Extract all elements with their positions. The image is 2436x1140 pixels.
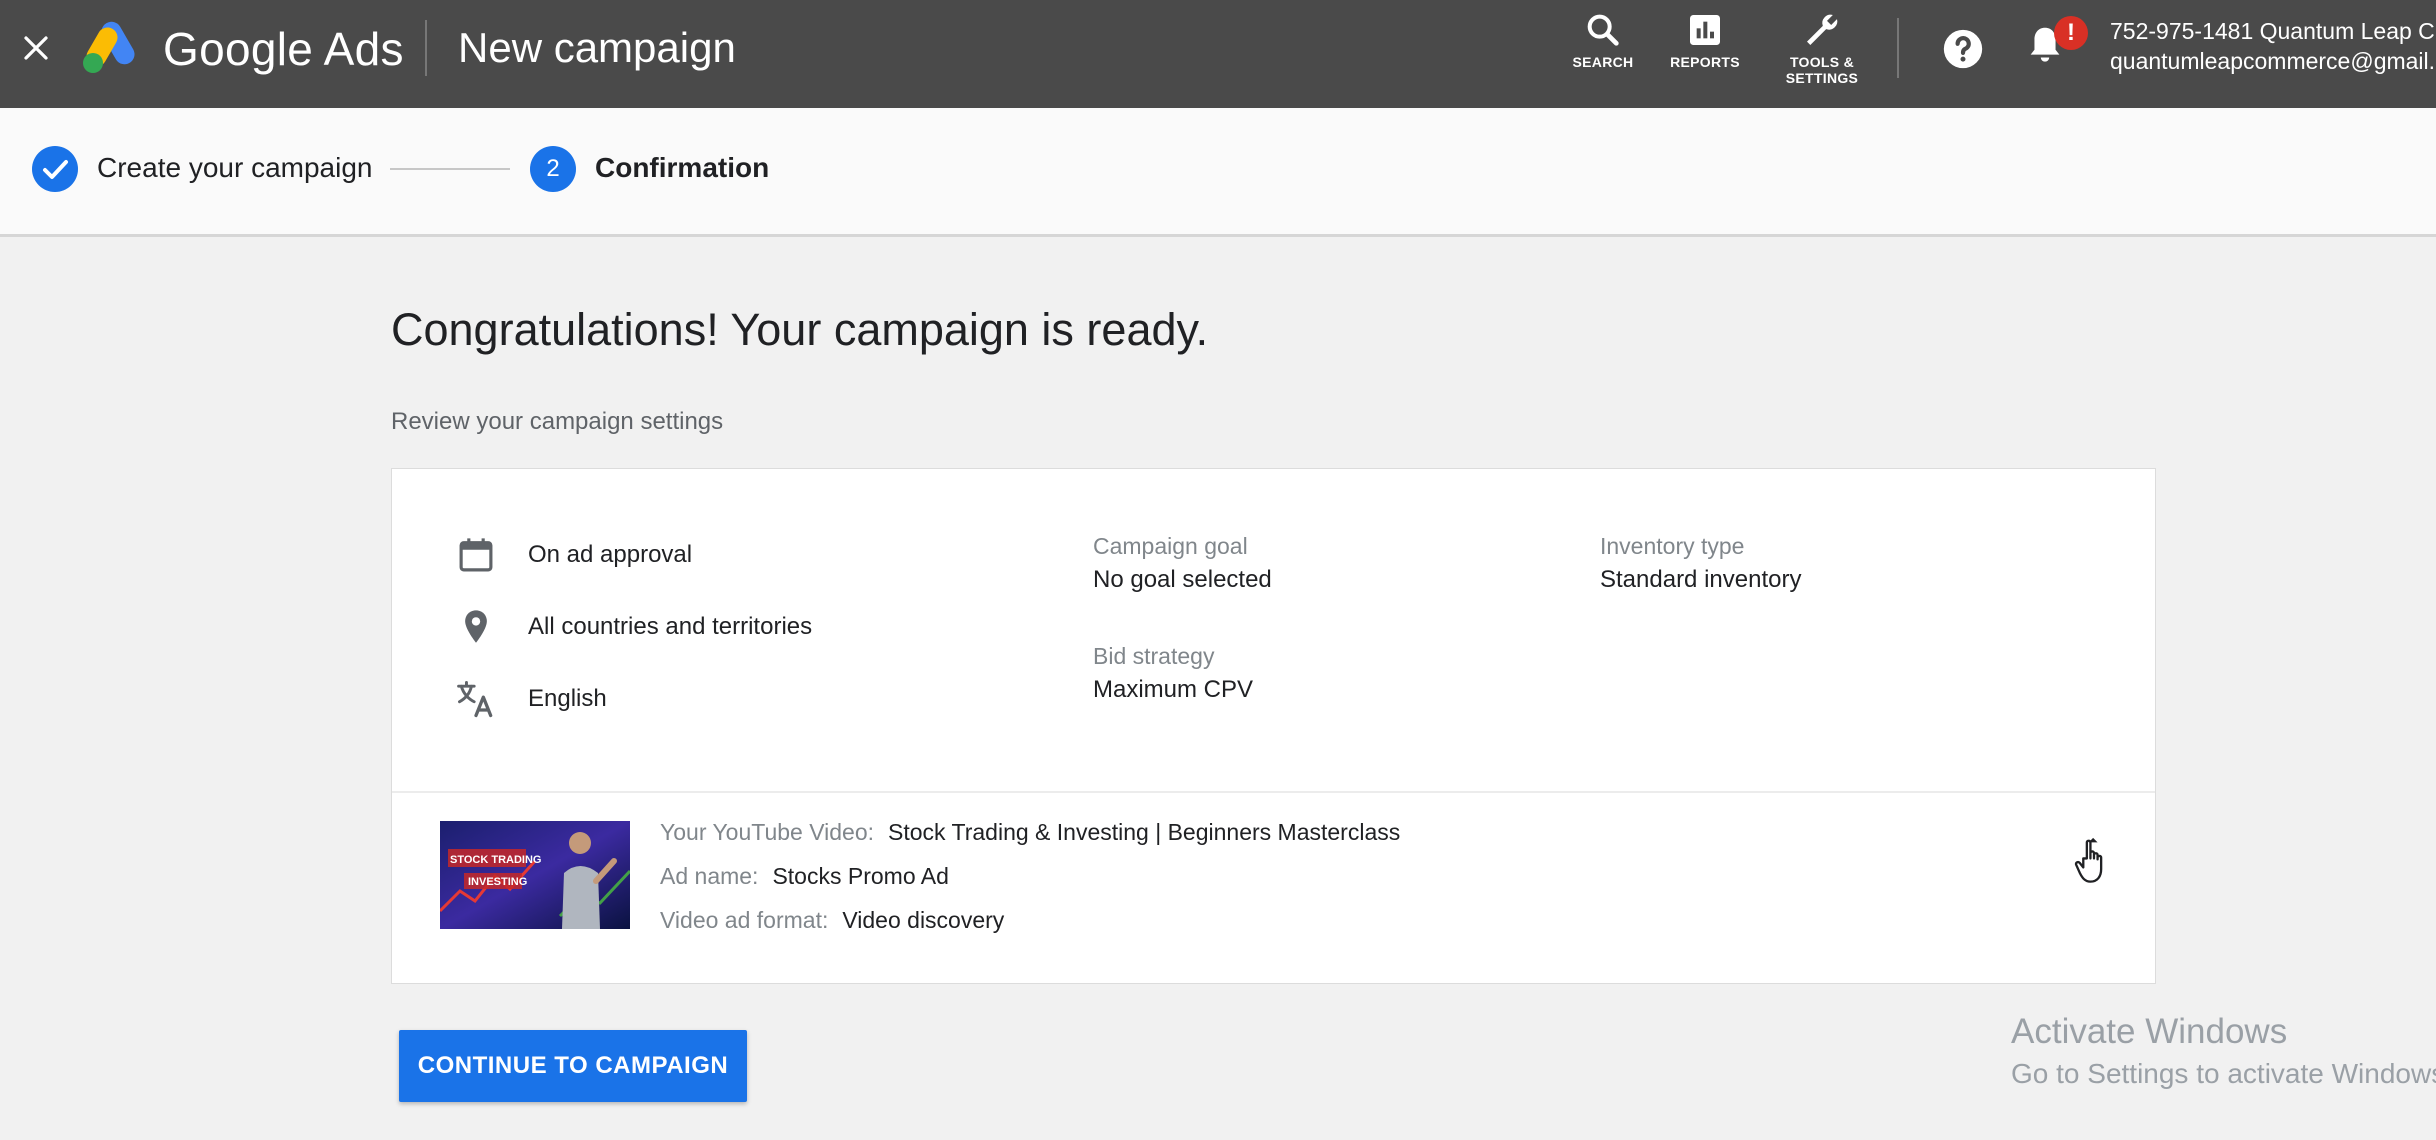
step-confirmation: Confirmation — [595, 152, 769, 184]
step-create-campaign[interactable]: Create your campaign — [97, 152, 372, 184]
location-pin-icon — [454, 605, 498, 649]
confirmation-heading: Congratulations! Your campaign is ready. — [391, 304, 1208, 356]
wrench-icon — [1802, 10, 1842, 50]
location-value: All countries and territories — [528, 613, 812, 641]
reports-tool-label: REPORTS — [1657, 54, 1753, 70]
card-divider — [392, 791, 2155, 793]
step-connector — [390, 168, 510, 170]
watermark-subtitle: Go to Settings to activate Windows. — [2011, 1058, 2436, 1090]
schedule-value: On ad approval — [528, 541, 692, 569]
hand-cursor-icon — [2072, 837, 2116, 887]
tools-settings-label-1: TOOLS & — [1774, 54, 1870, 70]
title-divider — [425, 20, 427, 76]
close-button[interactable] — [14, 26, 58, 70]
tools-settings-label-2: SETTINGS — [1774, 70, 1870, 86]
campaign-summary-card: On ad approval All countries and territo… — [391, 468, 2156, 984]
campaign-goal-label: Campaign goal — [1093, 533, 1272, 560]
account-email: quantumleapcommerce@gmail. — [2110, 46, 2436, 76]
notification-badge: ! — [2054, 16, 2088, 50]
help-icon — [1940, 26, 1986, 72]
campaign-goal-value: No goal selected — [1093, 566, 1272, 594]
ad-format-value: Video discovery — [842, 907, 1004, 933]
watermark-title: Activate Windows — [2011, 1012, 2436, 1052]
thumbnail-title-1: STOCK TRADING — [450, 854, 541, 866]
ad-name-label: Ad name: — [660, 863, 758, 889]
campaign-stepper: Create your campaign 2 Confirmation — [0, 108, 2436, 237]
help-button[interactable] — [1940, 26, 1986, 72]
language-setting: English — [454, 677, 607, 721]
search-tool-label: SEARCH — [1555, 54, 1651, 70]
inventory-type-field: Inventory type Standard inventory — [1600, 533, 1801, 594]
campaign-goal-field: Campaign goal No goal selected — [1093, 533, 1272, 594]
calendar-icon — [454, 533, 498, 577]
inventory-type-value: Standard inventory — [1600, 566, 1801, 594]
ad-name-row: Ad name: Stocks Promo Ad — [660, 863, 949, 890]
review-subheading: Review your campaign settings — [391, 408, 723, 436]
activate-windows-watermark: Activate Windows Go to Settings to activ… — [2011, 1012, 2436, 1090]
youtube-video-title[interactable]: Stock Trading & Investing | Beginners Ma… — [888, 819, 1400, 845]
search-icon — [1583, 10, 1623, 50]
account-id: 752-975-1481 Quantum Leap C — [2110, 16, 2436, 46]
video-thumbnail: STOCK TRADING INVESTING — [440, 821, 630, 929]
translate-icon — [454, 677, 498, 721]
reports-icon — [1685, 10, 1725, 50]
account-switcher[interactable]: 752-975-1481 Quantum Leap C quantumleapc… — [2110, 16, 2436, 76]
schedule-setting: On ad approval — [454, 533, 692, 577]
thumbnail-title-2: INVESTING — [468, 876, 527, 888]
close-icon — [21, 33, 51, 63]
step-number-indicator: 2 — [530, 146, 576, 192]
language-value: English — [528, 685, 607, 713]
bid-strategy-label: Bid strategy — [1093, 643, 1253, 670]
ad-format-row: Video ad format: Video discovery — [660, 907, 1004, 934]
google-ads-logo — [80, 18, 144, 76]
youtube-video-row: Your YouTube Video: Stock Trading & Inves… — [660, 819, 1400, 846]
step-complete-indicator — [32, 146, 78, 192]
notifications-button[interactable]: ! — [2022, 22, 2074, 74]
page-title: New campaign — [458, 24, 736, 72]
toolbar-divider — [1897, 18, 1899, 78]
inventory-type-label: Inventory type — [1600, 533, 1801, 560]
youtube-video-label: Your YouTube Video: — [660, 819, 874, 845]
reports-tool-button[interactable]: REPORTS — [1657, 10, 1753, 70]
ad-format-label: Video ad format: — [660, 907, 828, 933]
ad-name-value: Stocks Promo Ad — [772, 863, 948, 889]
tools-settings-button[interactable]: TOOLS & SETTINGS — [1774, 10, 1870, 86]
bid-strategy-value: Maximum CPV — [1093, 676, 1253, 704]
thumbnail-art: STOCK TRADING INVESTING — [440, 821, 630, 929]
search-tool-button[interactable]: SEARCH — [1555, 10, 1651, 70]
continue-to-campaign-button[interactable]: CONTINUE TO CAMPAIGN — [399, 1030, 747, 1102]
location-setting: All countries and territories — [454, 605, 812, 649]
bid-strategy-field: Bid strategy Maximum CPV — [1093, 643, 1253, 704]
check-icon — [32, 146, 78, 192]
top-app-bar: Google Ads New campaign SEARCH REPORTS T… — [0, 0, 2436, 108]
product-name: Google Ads — [163, 22, 404, 76]
